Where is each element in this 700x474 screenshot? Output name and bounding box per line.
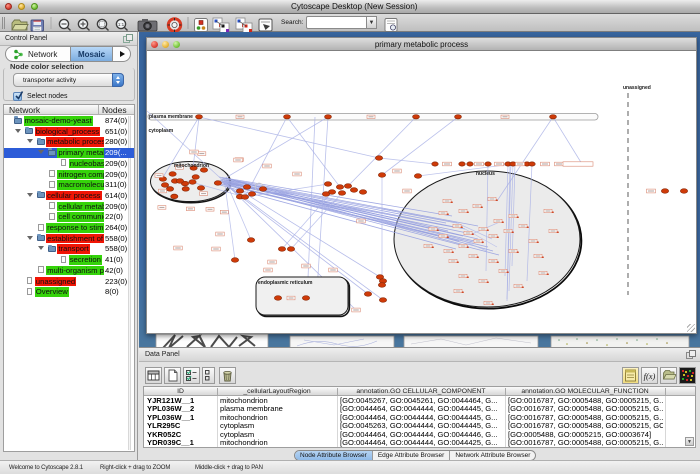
svg-text:unassigned: unassigned	[623, 85, 651, 91]
svg-text:mitochondrion: mitochondrion	[174, 163, 209, 169]
svg-text:plasma membrane: plasma membrane	[149, 114, 193, 120]
svg-text:f(x): f(x)	[644, 371, 656, 381]
svg-text:cytoplasm: cytoplasm	[149, 128, 174, 134]
svg-text:endoplasmic reticulum: endoplasmic reticulum	[258, 280, 313, 286]
svg-text:1:1: 1:1	[118, 22, 125, 27]
svg-text:nucleus: nucleus	[476, 171, 495, 177]
